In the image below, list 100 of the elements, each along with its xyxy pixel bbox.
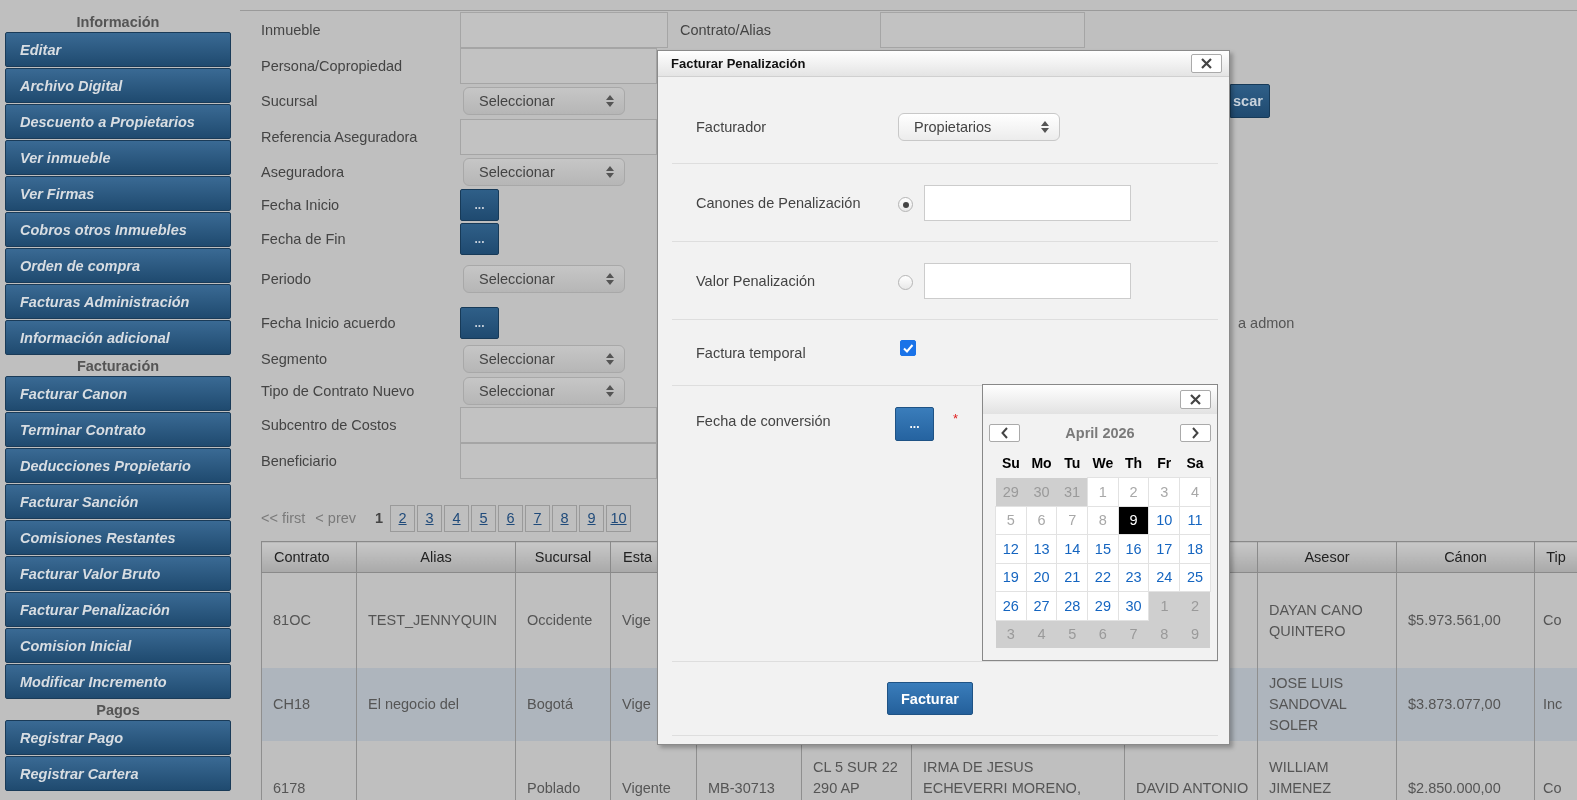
menu-button[interactable]: Descuento a Propietarios bbox=[5, 104, 231, 139]
menu-button[interactable]: Editar bbox=[5, 32, 231, 67]
select-dropdown[interactable]: Seleccionar bbox=[463, 345, 625, 373]
menu-button[interactable]: Información adicional bbox=[5, 320, 231, 355]
menu-button[interactable]: Facturar Valor Bruto bbox=[5, 556, 231, 591]
date-picker-button[interactable]: ... bbox=[460, 306, 499, 339]
table-cell: DAYAN CANO QUINTERO bbox=[1269, 601, 1363, 639]
weekday-label: Th bbox=[1125, 455, 1143, 471]
menu-button[interactable]: Comision Inicial bbox=[5, 628, 231, 663]
table-cell: WILLIAM JIMENEZ bbox=[1269, 759, 1332, 796]
column-header[interactable]: Alias bbox=[356, 541, 516, 573]
column-header[interactable]: Tip bbox=[1534, 541, 1577, 573]
column-header[interactable]: Sucursal bbox=[515, 541, 611, 573]
menu-button[interactable]: Registrar Cartera bbox=[5, 756, 231, 791]
up-down-arrows-icon bbox=[1041, 121, 1049, 133]
table-cell: CL 5 SUR 22 290 AP bbox=[813, 759, 898, 796]
page-link[interactable]: 6 bbox=[498, 504, 524, 532]
select-dropdown[interactable]: Seleccionar bbox=[463, 265, 625, 293]
page-link[interactable]: 5 bbox=[471, 504, 497, 532]
page-link[interactable]: 7 bbox=[525, 504, 551, 532]
menu-button[interactable]: Facturar Canon bbox=[5, 376, 231, 411]
page-link[interactable]: 3 bbox=[417, 504, 443, 532]
menu-button[interactable]: Facturar Sanción bbox=[5, 484, 231, 519]
date-picker-button[interactable]: ... bbox=[895, 407, 934, 441]
input-field[interactable] bbox=[924, 184, 1131, 221]
table-cell: Occidente bbox=[527, 612, 593, 628]
menu-button[interactable]: Deducciones Propietario bbox=[5, 448, 231, 483]
search-button[interactable]: scar bbox=[1230, 84, 1270, 118]
radio-button[interactable] bbox=[898, 275, 913, 290]
checkbox[interactable] bbox=[900, 339, 916, 356]
dialog-title: Facturar Penalización bbox=[671, 56, 806, 71]
page-link[interactable]: 9 bbox=[579, 504, 605, 532]
current-page[interactable]: 1 bbox=[370, 504, 389, 532]
select-dropdown[interactable]: Propietarios bbox=[898, 113, 1060, 141]
calendar-day[interactable]: 26 bbox=[995, 591, 1027, 620]
table-cell: Vige bbox=[622, 612, 651, 628]
input-field[interactable] bbox=[924, 262, 1131, 299]
field-label: Factura temporal bbox=[695, 344, 807, 361]
select-dropdown[interactable]: Seleccionar bbox=[463, 87, 625, 115]
input-field[interactable] bbox=[460, 48, 657, 84]
input-field[interactable] bbox=[460, 443, 657, 479]
field-label: Contrato/Alias bbox=[680, 22, 773, 38]
weekday-label: We bbox=[1092, 455, 1114, 471]
calendar-day[interactable]: 19 bbox=[995, 563, 1027, 592]
required-mark: * bbox=[953, 411, 959, 426]
field-label: Sucursal bbox=[261, 93, 319, 109]
page-link[interactable]: 8 bbox=[552, 504, 578, 532]
menu-button[interactable]: Orden de compra bbox=[5, 248, 231, 283]
field-label: Segmento bbox=[261, 351, 329, 367]
page-link[interactable]: 2 bbox=[390, 504, 416, 532]
calendar-day: 7 bbox=[1056, 506, 1088, 535]
menu-button[interactable]: Facturas Administración bbox=[5, 284, 231, 319]
table-cell: Bogotá bbox=[527, 696, 573, 712]
select-dropdown[interactable]: Seleccionar bbox=[463, 157, 625, 186]
menu-button[interactable]: Archivo Digital bbox=[5, 68, 231, 103]
up-down-arrows-icon bbox=[606, 385, 614, 397]
close-button[interactable] bbox=[1180, 390, 1211, 409]
field-label: Periodo bbox=[261, 271, 312, 287]
table-cell: Poblado bbox=[527, 780, 581, 796]
previous-month-button[interactable] bbox=[989, 424, 1020, 442]
close-icon bbox=[1201, 58, 1212, 69]
page-link[interactable]: 10 bbox=[606, 504, 632, 532]
menu-button[interactable]: Facturar Penalización bbox=[5, 592, 231, 627]
table-cell: Co bbox=[1543, 612, 1562, 628]
calendar-day[interactable]: 12 bbox=[995, 534, 1027, 563]
submit-button[interactable]: Facturar bbox=[887, 682, 973, 715]
input-field[interactable] bbox=[460, 12, 668, 48]
column-header[interactable]: Asesor bbox=[1257, 541, 1397, 573]
input-field[interactable] bbox=[880, 12, 1085, 48]
field-label: Tipo de Contrato Nuevo bbox=[261, 383, 416, 399]
close-button[interactable] bbox=[1191, 54, 1222, 73]
date-picker-button[interactable]: ... bbox=[460, 223, 499, 255]
table-cell: $2.850.000,00 bbox=[1408, 780, 1501, 796]
select-dropdown[interactable]: Seleccionar bbox=[463, 377, 625, 405]
calendar-day: 5 bbox=[995, 506, 1027, 535]
next-month-button[interactable] bbox=[1180, 424, 1211, 442]
input-field[interactable] bbox=[460, 118, 657, 155]
field-label: Facturador bbox=[695, 119, 768, 135]
menu-button[interactable]: Terminar Contrato bbox=[5, 412, 231, 447]
menu-button[interactable]: Ver inmueble bbox=[5, 140, 231, 175]
radio-button[interactable] bbox=[898, 197, 913, 212]
calendar-day: 3 bbox=[1148, 477, 1180, 506]
weekday-label: Mo bbox=[1031, 455, 1052, 472]
menu-button[interactable]: Registrar Pago bbox=[5, 720, 231, 755]
page-link[interactable]: 4 bbox=[444, 504, 470, 532]
menu-button[interactable]: Modificar Incremento bbox=[5, 664, 231, 699]
table-cell: IRMA DE JESUS ECHEVERRI MORENO, bbox=[923, 759, 1081, 796]
column-header[interactable]: Contrato bbox=[261, 541, 357, 573]
date-picker-button[interactable]: ... bbox=[460, 189, 499, 221]
menu-button[interactable]: Ver Firmas bbox=[5, 176, 231, 211]
up-down-arrows-icon bbox=[606, 165, 614, 178]
section-heading: Facturación bbox=[75, 357, 161, 376]
weekday-label: Su bbox=[1001, 455, 1020, 472]
table-cell: Vige bbox=[622, 696, 651, 712]
field-label: Subcentro de Costos bbox=[261, 417, 398, 433]
column-header[interactable]: Cánon bbox=[1396, 541, 1535, 573]
section-heading: Información bbox=[75, 13, 161, 32]
menu-button[interactable]: Comisiones Restantes bbox=[5, 520, 231, 555]
menu-button[interactable]: Cobros otros Inmuebles bbox=[5, 212, 231, 247]
input-field[interactable] bbox=[460, 407, 657, 443]
